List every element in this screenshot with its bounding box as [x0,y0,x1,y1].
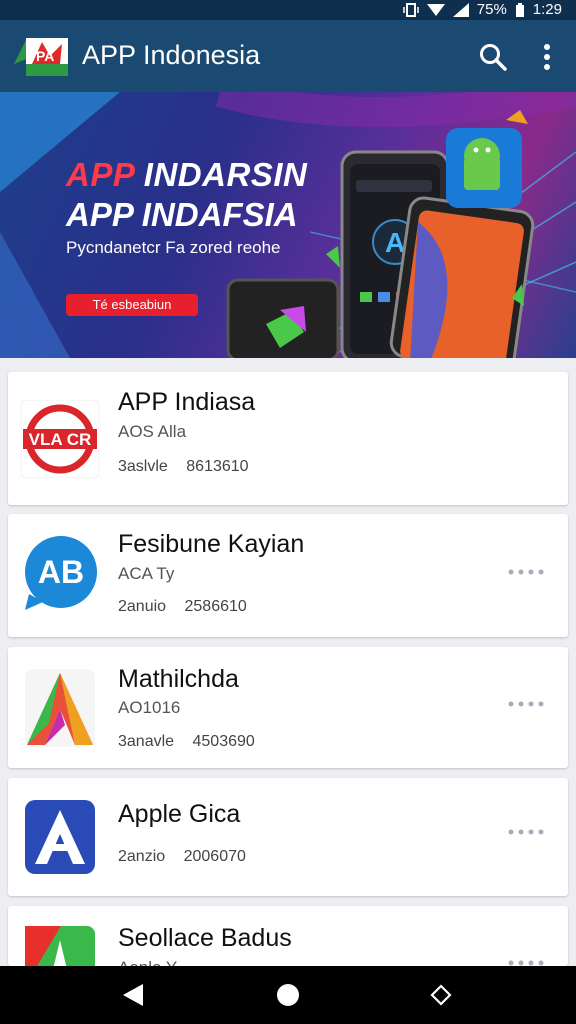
list-item[interactable]: Apple Gica 2anzio 2006070 [8,778,568,896]
more-vert-icon[interactable] [534,42,560,72]
app-name: Seollace Badus [118,924,292,952]
app-meta: 3aslvle 8613610 [118,458,249,475]
more-horiz-icon[interactable] [508,958,544,966]
status-bar: 75% 1:29 [0,0,576,20]
signal-icon [452,2,469,17]
banner-cta-button[interactable]: Té esbeabiun [66,294,198,316]
list-item[interactable]: VLA CR APP Indiasa AOS Alla 3aslvle 8613… [8,372,568,505]
app-category: AOS Alla [118,422,187,441]
list-item[interactable]: Seollace Badus Aonlo Y [8,906,568,966]
app-name: Mathilchda [118,665,239,693]
home-icon[interactable] [276,983,300,1007]
app-name: Apple Gica [118,800,241,828]
app-logo-icon: PA [14,38,68,76]
search-icon[interactable] [478,42,508,72]
recent-apps-icon[interactable] [428,983,452,1007]
promo-banner[interactable]: A APP INDARSIN APP INDAFSIA Pycndanetcr … [0,92,576,358]
more-horiz-icon[interactable] [508,699,544,709]
vla-cr-logo-icon: VLA CR [21,400,99,478]
list-item[interactable]: Mathilchda AO1016 3anavle 4503690 [8,647,568,768]
wifi-icon [426,3,445,16]
more-horiz-icon[interactable] [508,567,544,577]
battery-icon [515,2,524,17]
list-item[interactable]: AB Fesibune Kayian ACA Ty 2anuio 2586610 [8,514,568,637]
a-blue-logo-icon [25,800,95,874]
app-category: ACA Ty [118,564,175,583]
app-title: APP Indonesia [82,40,261,70]
app-meta: 3anavle 4503690 [118,733,255,750]
svg-text:VLA CR: VLA CR [29,430,92,449]
app-category: AO1016 [118,698,181,717]
app-meta: 2anzio 2006070 [118,848,246,865]
a-gradient-logo-icon [25,669,95,747]
banner-headline-2: APP INDAFSIA [66,196,298,233]
status-icons: 75% 1:29 [403,1,562,18]
battery-percent: 75% [476,1,507,18]
app-name: APP Indiasa [118,388,256,416]
ab-chat-logo-icon: AB [25,536,97,610]
banner-headline-1-rest: INDARSIN [134,156,308,193]
svg-text:PA: PA [36,48,54,64]
svg-text:AB: AB [38,554,84,590]
app-bar: PA APP Indonesia [0,20,576,92]
app-category: Aonlo Y [118,958,177,966]
back-icon[interactable] [121,983,145,1007]
a-red-green-logo-icon [25,926,95,966]
banner-headline-1: APP INDARSIN [66,156,307,194]
banner-headline-1-red: APP [66,156,135,193]
app-name: Fesibune Kayian [118,530,305,558]
banner-subtitle: Pycndanetcr Fa zored reohe [66,238,281,257]
vibrate-icon [403,2,419,17]
clock: 1:29 [532,1,562,18]
navigation-bar [0,966,576,1024]
more-horiz-icon[interactable] [508,827,544,837]
app-meta: 2anuio 2586610 [118,598,247,615]
